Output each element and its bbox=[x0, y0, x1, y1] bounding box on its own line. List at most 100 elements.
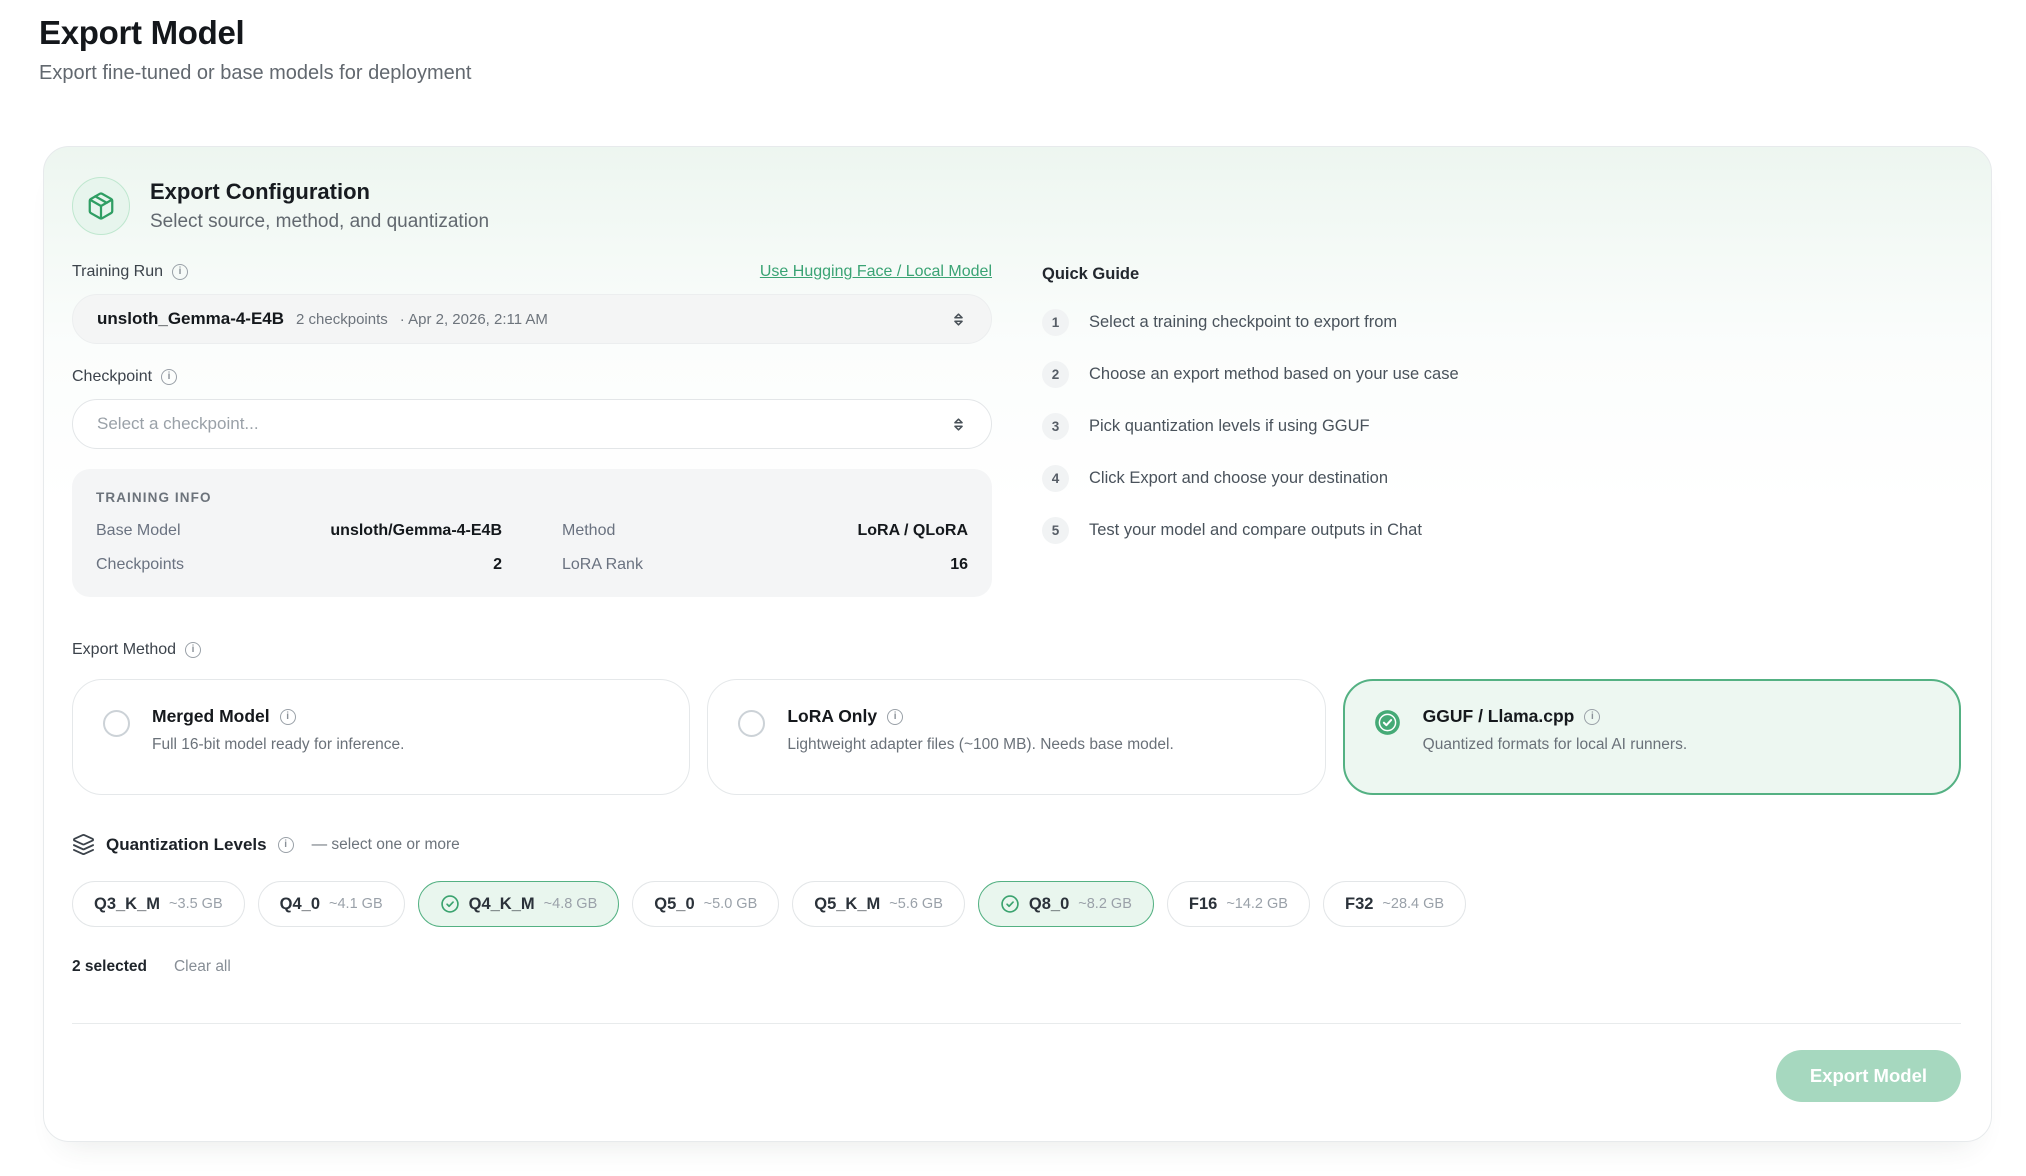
method-info-icon[interactable]: i bbox=[887, 709, 903, 725]
export-configuration-card: Export Configuration Select source, meth… bbox=[43, 146, 1992, 1142]
chip-size: ~4.1 GB bbox=[329, 896, 383, 912]
checkpoint-label: Checkpoint bbox=[72, 368, 152, 386]
method-card-gguf-llamacpp[interactable]: GGUF / Llama.cpp i Quantized formats for… bbox=[1343, 679, 1961, 795]
step-text: Pick quantization levels if using GGUF bbox=[1089, 417, 1370, 436]
step-text: Choose an export method based on your us… bbox=[1089, 365, 1459, 384]
quick-guide-step: 5 Test your model and compare outputs in… bbox=[1042, 517, 1961, 544]
chip-size: ~28.4 GB bbox=[1382, 896, 1444, 912]
page-subtitle: Export fine-tuned or base models for dep… bbox=[39, 62, 2026, 85]
method-description: Lightweight adapter files (~100 MB). Nee… bbox=[787, 736, 1173, 754]
training-run-value: unsloth_Gemma-4-E4B bbox=[97, 309, 284, 329]
training-info-row: Checkpoints 2 bbox=[96, 556, 502, 574]
chip-size: ~4.8 GB bbox=[544, 896, 598, 912]
quick-guide: Quick Guide 1 Select a training checkpoi… bbox=[1042, 263, 1961, 597]
method-card-merged-model[interactable]: Merged Model i Full 16-bit model ready f… bbox=[72, 679, 690, 795]
quantization-info-icon[interactable]: i bbox=[278, 837, 294, 853]
chip-q4-0[interactable]: Q4_0 ~4.1 GB bbox=[258, 881, 405, 927]
chip-name: F16 bbox=[1189, 895, 1217, 914]
quantization-label: Quantization Levels bbox=[106, 835, 267, 855]
chip-name: Q5_K_M bbox=[814, 895, 880, 914]
card-footer: Export Model bbox=[72, 1023, 1961, 1102]
source-column: Training Run i Use Hugging Face / Local … bbox=[72, 263, 992, 597]
checkpoint-placeholder: Select a checkpoint... bbox=[97, 414, 259, 434]
quantization-hint: — select one or more bbox=[312, 836, 460, 854]
chip-q5-0[interactable]: Q5_0 ~5.0 GB bbox=[632, 881, 779, 927]
training-run-info-icon[interactable]: i bbox=[172, 264, 188, 280]
training-run-label: Training Run bbox=[72, 263, 163, 281]
chip-name: Q5_0 bbox=[654, 895, 694, 914]
method-card-lora-only[interactable]: LoRA Only i Lightweight adapter files (~… bbox=[707, 679, 1325, 795]
training-info-label: Checkpoints bbox=[96, 556, 184, 574]
method-title: GGUF / Llama.cpp bbox=[1423, 706, 1575, 727]
training-run-checkpoint-count: 2 checkpoints bbox=[296, 311, 388, 328]
method-description: Full 16-bit model ready for inference. bbox=[152, 736, 404, 754]
training-info-row: Base Model unsloth/Gemma-4-E4B bbox=[96, 522, 502, 540]
method-description: Quantized formats for local AI runners. bbox=[1423, 736, 1687, 754]
quantization-chips: Q3_K_M ~3.5 GB Q4_0 ~4.1 GB Q4_K_M ~4.8 … bbox=[72, 881, 1961, 927]
training-info-value: 2 bbox=[493, 556, 502, 574]
export-method-info-icon[interactable]: i bbox=[185, 642, 201, 658]
method-info-icon[interactable]: i bbox=[280, 709, 296, 725]
chip-size: ~5.6 GB bbox=[889, 896, 943, 912]
method-title: Merged Model bbox=[152, 706, 270, 727]
checkpoint-select[interactable]: Select a checkpoint... bbox=[72, 399, 992, 449]
page-header: Export Model Export fine-tuned or base m… bbox=[0, 0, 2026, 85]
package-icon bbox=[72, 177, 130, 235]
chip-name: Q4_K_M bbox=[469, 895, 535, 914]
chip-name: Q3_K_M bbox=[94, 895, 160, 914]
step-text: Select a training checkpoint to export f… bbox=[1089, 313, 1397, 332]
export-method-section: Export Method i Merged Model i Full 16-b… bbox=[44, 641, 1991, 795]
training-info-title: TRAINING INFO bbox=[96, 490, 968, 505]
step-number: 4 bbox=[1042, 465, 1069, 492]
use-huggingface-local-link[interactable]: Use Hugging Face / Local Model bbox=[760, 263, 992, 281]
chip-size: ~14.2 GB bbox=[1226, 896, 1288, 912]
training-info-value: 16 bbox=[950, 556, 968, 574]
check-circle-icon bbox=[440, 894, 460, 914]
clear-all-button[interactable]: Clear all bbox=[174, 958, 231, 976]
training-info-label: Method bbox=[562, 522, 615, 540]
training-info-row: Method LoRA / QLoRA bbox=[562, 522, 968, 540]
quick-guide-step: 1 Select a training checkpoint to export… bbox=[1042, 309, 1961, 336]
chevrons-up-down-icon bbox=[950, 416, 967, 433]
step-number: 2 bbox=[1042, 361, 1069, 388]
layers-icon bbox=[72, 833, 95, 856]
check-circle-icon bbox=[1374, 709, 1401, 741]
export-model-button[interactable]: Export Model bbox=[1776, 1050, 1961, 1102]
training-info-value: unsloth/Gemma-4-E4B bbox=[330, 522, 502, 540]
radio-unselected-icon bbox=[103, 710, 130, 737]
chip-f32[interactable]: F32 ~28.4 GB bbox=[1323, 881, 1466, 927]
chip-q8-0[interactable]: Q8_0 ~8.2 GB bbox=[978, 881, 1154, 927]
step-number: 1 bbox=[1042, 309, 1069, 336]
chip-name: F32 bbox=[1345, 895, 1373, 914]
chip-q3-k-m[interactable]: Q3_K_M ~3.5 GB bbox=[72, 881, 245, 927]
method-info-icon[interactable]: i bbox=[1584, 709, 1600, 725]
quick-guide-title: Quick Guide bbox=[1042, 265, 1961, 284]
chip-q5-k-m[interactable]: Q5_K_M ~5.6 GB bbox=[792, 881, 965, 927]
step-text: Click Export and choose your destination bbox=[1089, 469, 1388, 488]
chip-q4-k-m[interactable]: Q4_K_M ~4.8 GB bbox=[418, 881, 620, 927]
chip-name: Q4_0 bbox=[280, 895, 320, 914]
export-method-label: Export Method bbox=[72, 641, 176, 659]
check-circle-icon bbox=[1000, 894, 1020, 914]
radio-unselected-icon bbox=[738, 710, 765, 737]
chip-name: Q8_0 bbox=[1029, 895, 1069, 914]
quick-guide-step: 4 Click Export and choose your destinati… bbox=[1042, 465, 1961, 492]
quick-guide-step: 3 Pick quantization levels if using GGUF bbox=[1042, 413, 1961, 440]
training-info-label: LoRA Rank bbox=[562, 556, 643, 574]
card-subtitle: Select source, method, and quantization bbox=[150, 211, 489, 233]
training-run-date: · Apr 2, 2026, 2:11 AM bbox=[400, 311, 548, 328]
chip-size: ~8.2 GB bbox=[1078, 896, 1132, 912]
card-header-text: Export Configuration Select source, meth… bbox=[150, 179, 489, 233]
training-info-row: LoRA Rank 16 bbox=[562, 556, 968, 574]
training-info-label: Base Model bbox=[96, 522, 181, 540]
checkpoint-info-icon[interactable]: i bbox=[161, 369, 177, 385]
card-title: Export Configuration bbox=[150, 179, 489, 205]
method-title: LoRA Only bbox=[787, 706, 877, 727]
quick-guide-step: 2 Choose an export method based on your … bbox=[1042, 361, 1961, 388]
page-title: Export Model bbox=[39, 14, 2026, 52]
step-text: Test your model and compare outputs in C… bbox=[1089, 521, 1422, 540]
chip-f16[interactable]: F16 ~14.2 GB bbox=[1167, 881, 1310, 927]
step-number: 3 bbox=[1042, 413, 1069, 440]
chip-size: ~5.0 GB bbox=[704, 896, 758, 912]
training-run-select[interactable]: unsloth_Gemma-4-E4B 2 checkpoints · Apr … bbox=[72, 294, 992, 344]
